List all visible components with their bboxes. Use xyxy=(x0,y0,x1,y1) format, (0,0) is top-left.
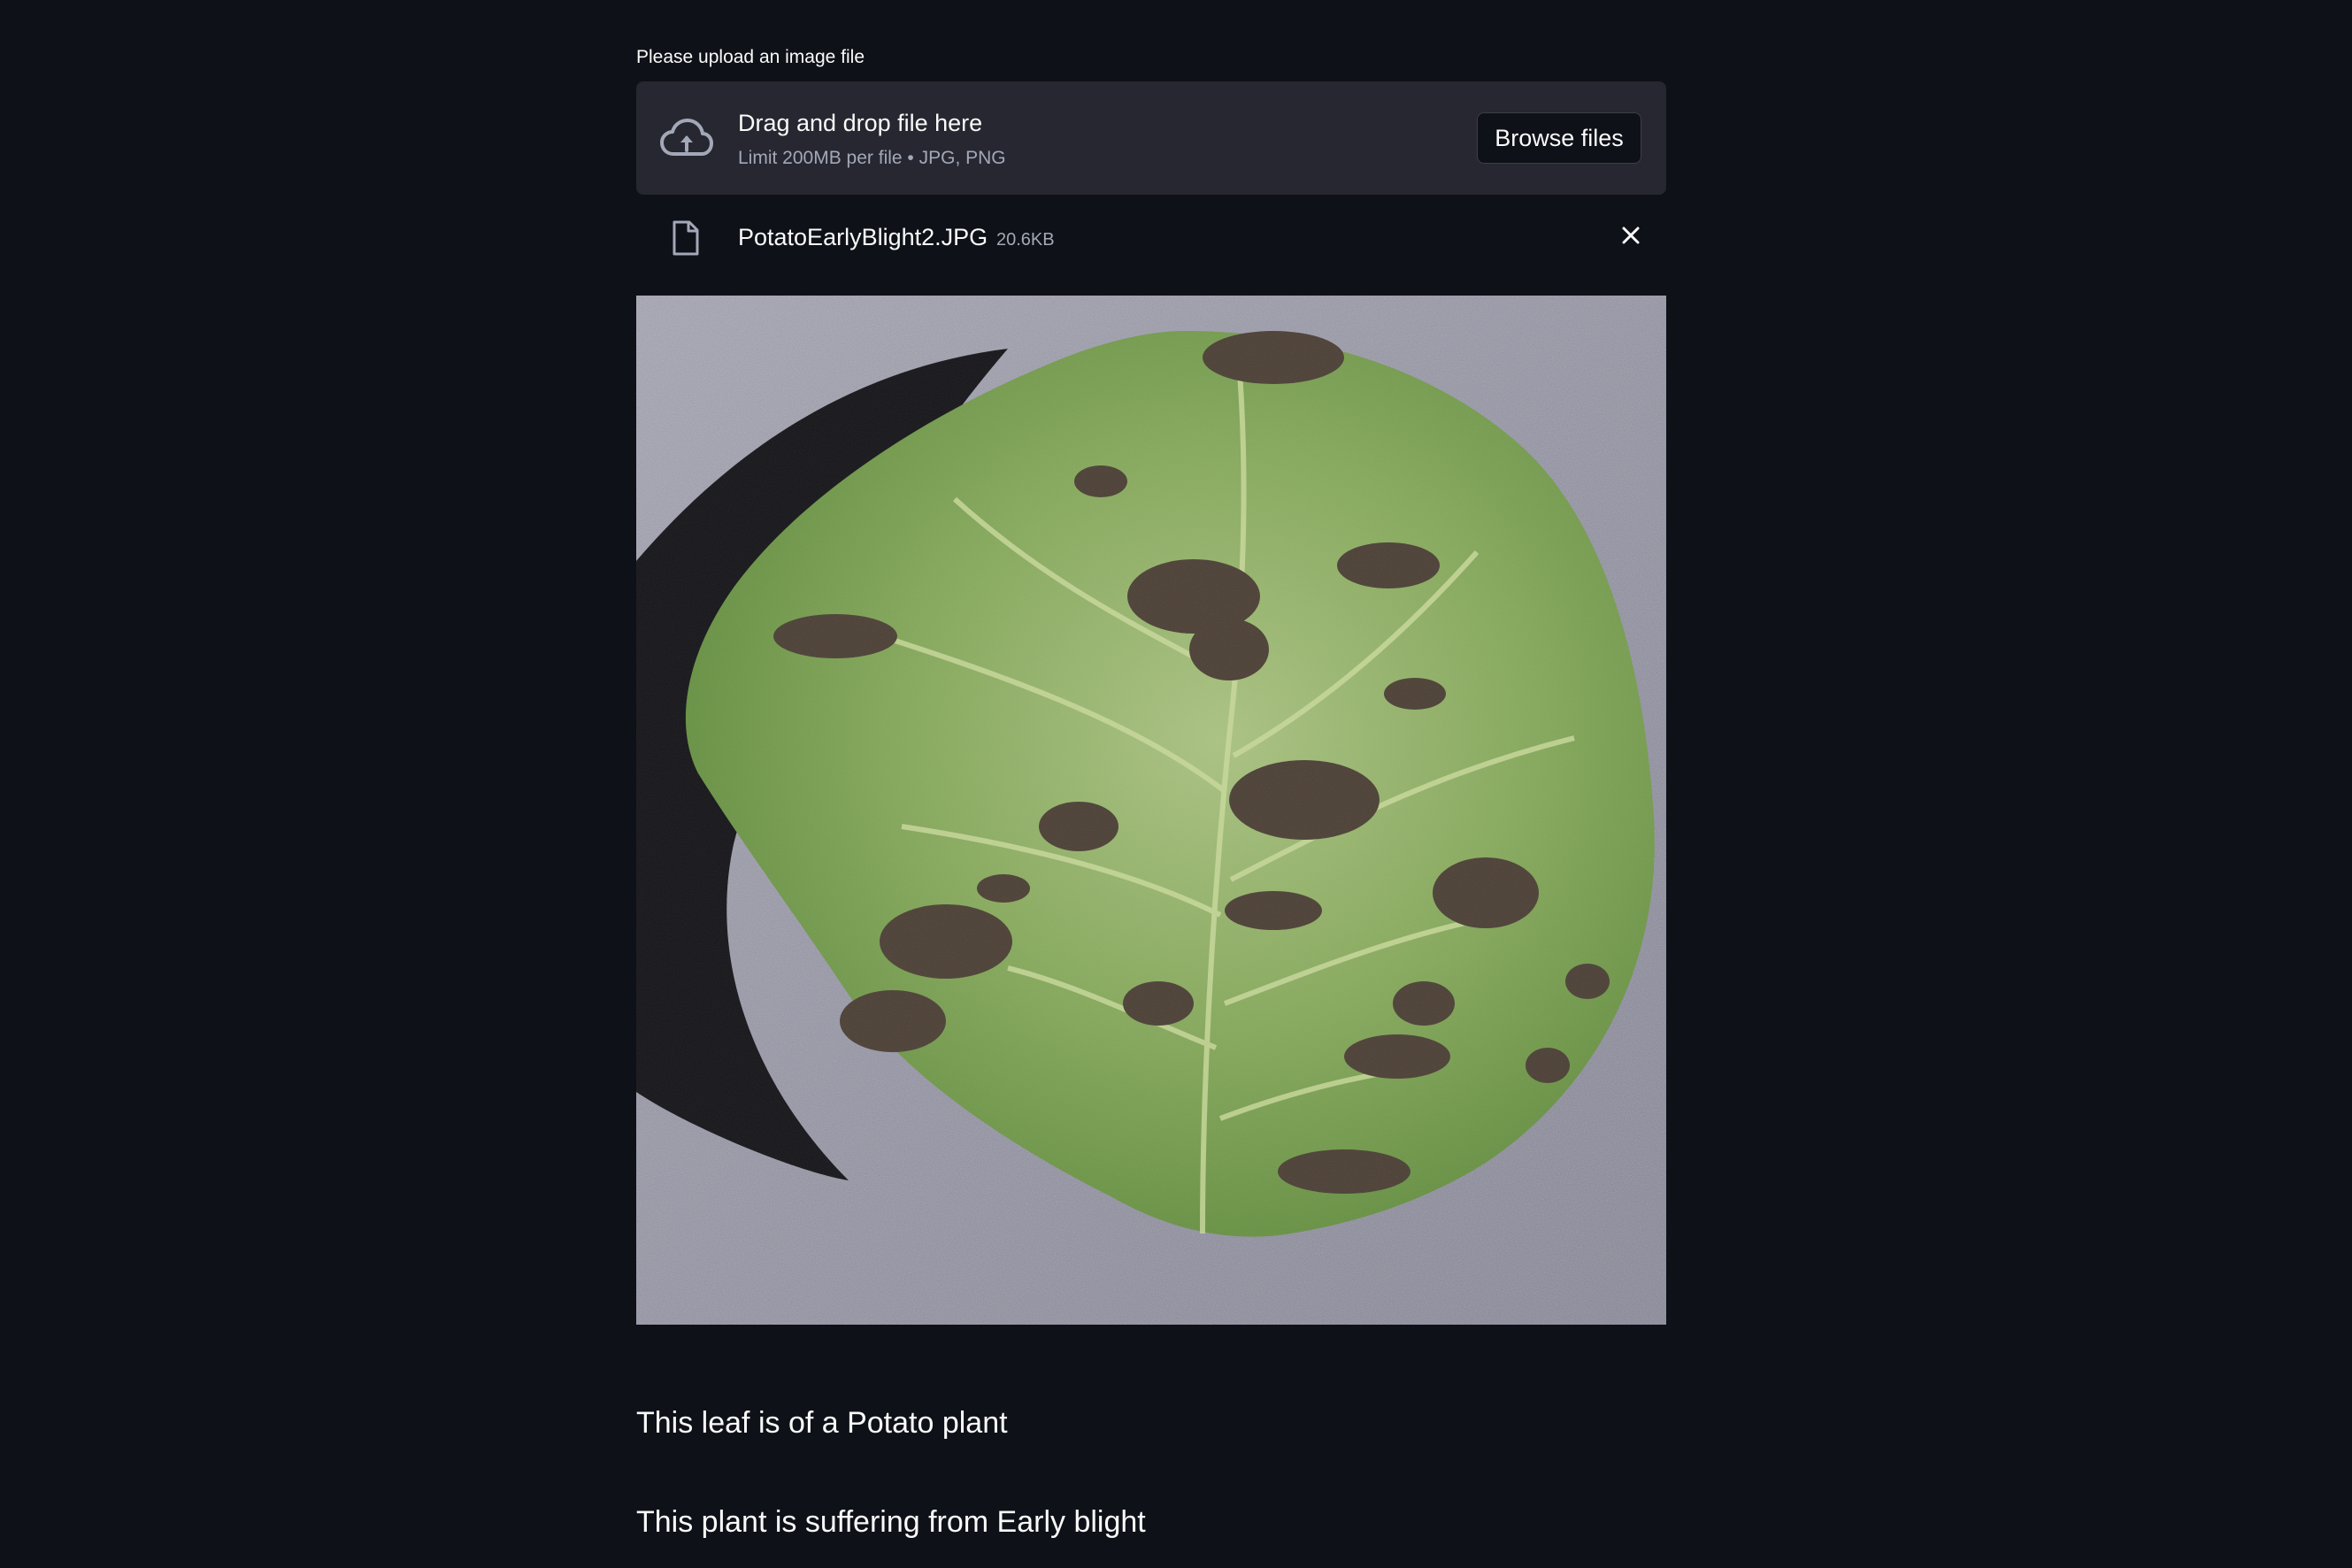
uploaded-file-name: PotatoEarlyBlight2.JPG xyxy=(738,224,988,250)
file-dropzone[interactable]: Drag and drop file here Limit 200MB per … xyxy=(636,81,1666,195)
uploaded-file-size: 20.6KB xyxy=(996,230,1055,250)
file-icon xyxy=(671,219,701,257)
uploaded-leaf-image xyxy=(636,296,1666,1325)
cloud-upload-icon xyxy=(659,113,714,163)
disease-result: This plant is suffering from Early bligh… xyxy=(636,1505,1146,1539)
close-icon xyxy=(1621,226,1641,250)
uploaded-file-row: PotatoEarlyBlight2.JPG 20.6KB xyxy=(636,211,1666,264)
dropzone-title: Drag and drop file here xyxy=(738,110,983,136)
uploader-label: Please upload an image file xyxy=(636,47,865,67)
browse-files-button[interactable]: Browse files xyxy=(1477,112,1641,164)
remove-file-button[interactable] xyxy=(1613,219,1649,255)
dropzone-limit-text: Limit 200MB per file • JPG, PNG xyxy=(738,148,1006,168)
plant-type-result: This leaf is of a Potato plant xyxy=(636,1406,1008,1440)
